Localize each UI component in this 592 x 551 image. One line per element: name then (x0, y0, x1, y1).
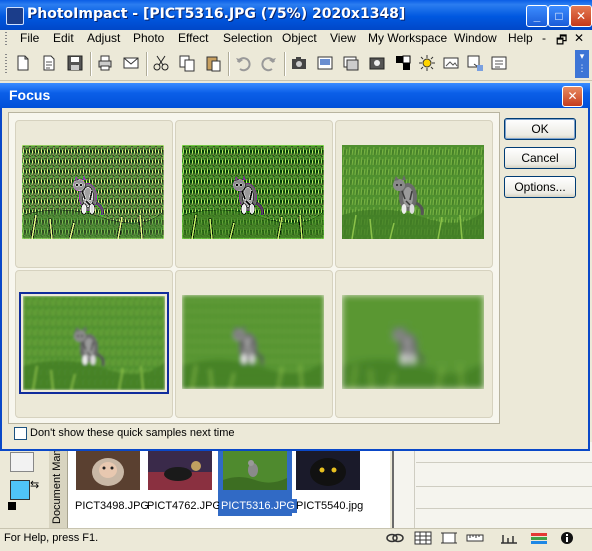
save-icon[interactable] (66, 54, 84, 72)
image-icon[interactable] (442, 54, 460, 72)
thumbnail-label: PICT4762.JPG (147, 500, 221, 512)
open-icon[interactable] (40, 54, 58, 72)
thumbnail-label-selected: PICT5316.JPG (219, 499, 297, 513)
panel-row-divider (416, 508, 592, 509)
menu-object[interactable]: Object (282, 31, 317, 45)
panel-row-divider (416, 462, 592, 463)
toolbar-grip[interactable] (5, 54, 7, 74)
dialog-close-button[interactable]: ✕ (562, 86, 583, 107)
options-button[interactable]: Options... (504, 176, 576, 198)
status-text: For Help, press F1. (4, 532, 99, 544)
thumbnail-image[interactable] (223, 450, 287, 490)
settings-icon[interactable] (490, 54, 508, 72)
menu-my-workspace[interactable]: My Workspace (368, 31, 447, 45)
dialog-title: Focus (9, 87, 51, 103)
eyedropper-icon[interactable] (10, 452, 34, 472)
ruler-icon[interactable] (466, 531, 484, 545)
copy-icon[interactable] (178, 54, 196, 72)
menu-selection[interactable]: Selection (223, 31, 272, 45)
menu-adjust[interactable]: Adjust (87, 31, 120, 45)
effect-icon[interactable] (342, 54, 360, 72)
sample-image-blur-strong[interactable] (342, 295, 484, 389)
paste-icon[interactable] (204, 54, 222, 72)
sample-image-blur-medium[interactable] (182, 295, 324, 389)
sample-image-sharpen-strong[interactable] (22, 145, 164, 239)
cancel-button[interactable]: Cancel (504, 147, 576, 169)
frame-icon[interactable] (440, 531, 458, 545)
swap-colors-icon[interactable]: ⇆ (30, 478, 39, 491)
menu-grip[interactable] (5, 32, 7, 46)
maximize-button[interactable]: □ (548, 5, 570, 27)
dont-show-samples-checkbox[interactable] (14, 427, 27, 440)
app-icon[interactable] (6, 7, 24, 25)
camera-icon[interactable] (290, 54, 308, 72)
foreground-color-swatch[interactable] (10, 480, 30, 500)
close-button[interactable]: ✕ (570, 5, 592, 27)
grid-icon[interactable] (414, 531, 432, 545)
menu-view[interactable]: View (330, 31, 356, 45)
toolbar-separator (284, 52, 286, 76)
toolbar-separator (228, 52, 230, 76)
document-manager-tab[interactable]: Document Manager (49, 427, 68, 528)
default-colors-icon[interactable] (8, 502, 16, 510)
thumbnail-image[interactable] (296, 450, 360, 490)
sample-image-sharpen-medium[interactable] (182, 145, 324, 239)
cut-icon[interactable] (152, 54, 170, 72)
sample-image-sharpen-light[interactable] (342, 145, 484, 239)
minimize-button[interactable]: _ (526, 5, 548, 27)
menu-file[interactable]: File (20, 31, 39, 45)
thumbnail-image[interactable] (148, 450, 212, 490)
info-icon[interactable] (558, 531, 576, 545)
toolbar-separator (90, 52, 92, 76)
mask-icon[interactable] (394, 54, 412, 72)
thumbnail-image[interactable] (76, 450, 140, 490)
export-icon[interactable] (466, 54, 484, 72)
color-channels-icon[interactable] (530, 531, 548, 545)
app-title-bar[interactable]: PhotoImpact - [PICT5316.JPG (75%) 2020x1… (0, 0, 592, 30)
toolbar-separator (146, 52, 148, 76)
dont-show-samples-label[interactable]: Don't show these quick samples next time (30, 427, 234, 439)
brightness-icon[interactable] (418, 54, 436, 72)
redo-icon[interactable] (260, 54, 278, 72)
link-icon[interactable] (386, 531, 404, 545)
menu-help[interactable]: Help (508, 31, 533, 45)
menu-effect[interactable]: Effect (178, 31, 208, 45)
menu-edit[interactable]: Edit (53, 31, 74, 45)
window-title: PhotoImpact - [PICT5316.JPG (75%) 2020x1… (27, 6, 406, 22)
undo-icon[interactable] (234, 54, 252, 72)
quick-command-panel (392, 442, 592, 528)
thumbnail-label: PICT3498.JPG (75, 500, 149, 512)
panel-gutter (398, 442, 415, 528)
mail-icon[interactable] (122, 54, 140, 72)
tool-panel: ⇆ (0, 442, 50, 528)
ok-button[interactable]: OK (504, 118, 576, 140)
menu-window[interactable]: Window (454, 31, 497, 45)
thumbnail-label: PICT5540.jpg (296, 500, 364, 512)
sample-image-blur-light-selected[interactable] (19, 292, 169, 394)
measure-icon[interactable] (500, 531, 518, 545)
menu-photo[interactable]: Photo (133, 31, 164, 45)
dialog-title-bar[interactable] (0, 83, 590, 108)
scan-icon[interactable] (316, 54, 334, 72)
new-icon[interactable] (14, 54, 32, 72)
photo-icon[interactable] (368, 54, 386, 72)
toolbar-overflow-button[interactable]: ▾ ⋮ (575, 50, 589, 78)
print-icon[interactable] (96, 54, 114, 72)
panel-row-divider (416, 486, 592, 487)
mdi-close-button[interactable]: ✕ (574, 31, 584, 45)
mdi-minimize-button[interactable]: - (542, 31, 546, 45)
